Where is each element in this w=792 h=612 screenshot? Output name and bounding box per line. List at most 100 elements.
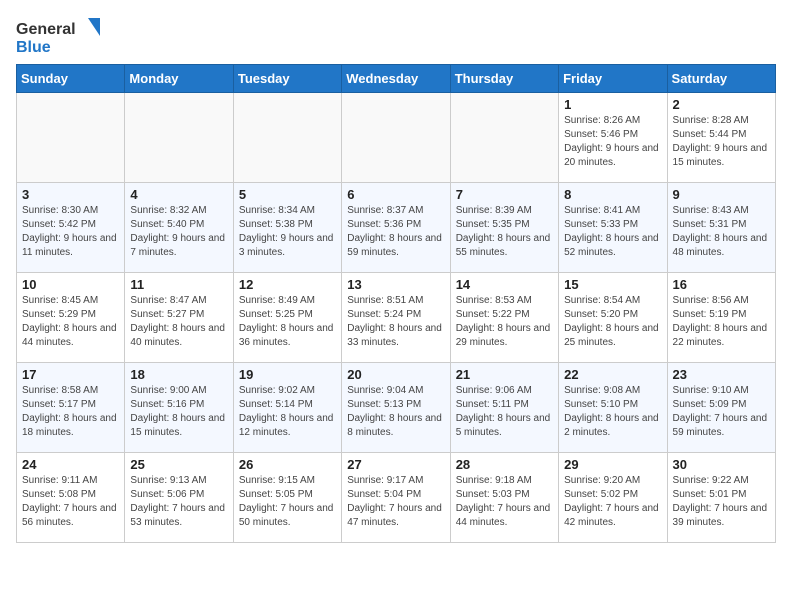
day-info: Sunrise: 8:49 AM Sunset: 5:25 PM Dayligh…: [239, 294, 336, 350]
day-number: 3: [22, 187, 119, 202]
calendar-cell: 3 Sunrise: 8:30 AM Sunset: 5:42 PM Daylig…: [17, 183, 125, 273]
day-number: 21: [456, 367, 553, 382]
header: GeneralBlue: [16, 16, 776, 56]
day-number: 16: [673, 277, 770, 292]
calendar-cell: [17, 93, 125, 183]
calendar-cell: 19 Sunrise: 9:02 AM Sunset: 5:14 PM Dayli…: [233, 363, 341, 453]
day-number: 24: [22, 457, 119, 472]
day-header-thursday: Thursday: [450, 65, 558, 93]
day-info: Sunrise: 8:58 AM Sunset: 5:17 PM Dayligh…: [22, 384, 119, 440]
day-number: 29: [564, 457, 661, 472]
calendar-cell: 17 Sunrise: 8:58 AM Sunset: 5:17 PM Dayli…: [17, 363, 125, 453]
calendar-cell: 28Sunrise: 9:18 AM Sunset: 5:03 PM Dayli…: [450, 453, 558, 543]
calendar-cell: 10 Sunrise: 8:45 AM Sunset: 5:29 PM Dayli…: [17, 273, 125, 363]
calendar-cell: 21 Sunrise: 9:06 AM Sunset: 5:11 PM Dayli…: [450, 363, 558, 453]
day-info: Sunrise: 9:15 AM Sunset: 5:05 PM Dayligh…: [239, 474, 336, 530]
day-info: Sunrise: 9:00 AM Sunset: 5:16 PM Dayligh…: [130, 384, 227, 440]
day-info: Sunrise: 8:51 AM Sunset: 5:24 PM Dayligh…: [347, 294, 444, 350]
day-info: Sunrise: 8:41 AM Sunset: 5:33 PM Dayligh…: [564, 204, 661, 260]
calendar-cell: 18 Sunrise: 9:00 AM Sunset: 5:16 PM Dayli…: [125, 363, 233, 453]
day-number: 6: [347, 187, 444, 202]
day-number: 12: [239, 277, 336, 292]
day-number: 17: [22, 367, 119, 382]
day-info: Sunrise: 8:39 AM Sunset: 5:35 PM Dayligh…: [456, 204, 553, 260]
day-number: 27: [347, 457, 444, 472]
day-number: 11: [130, 277, 227, 292]
day-info: Sunrise: 9:10 AM Sunset: 5:09 PM Dayligh…: [673, 384, 770, 440]
calendar-cell: 15 Sunrise: 8:54 AM Sunset: 5:20 PM Dayli…: [559, 273, 667, 363]
calendar-cell: 30 Sunrise: 9:22 AM Sunset: 5:01 PM Dayli…: [667, 453, 775, 543]
day-number: 26: [239, 457, 336, 472]
calendar-cell: 5 Sunrise: 8:34 AM Sunset: 5:38 PM Daylig…: [233, 183, 341, 273]
calendar-cell: 7 Sunrise: 8:39 AM Sunset: 5:35 PM Daylig…: [450, 183, 558, 273]
day-number: 9: [673, 187, 770, 202]
calendar-cell: 20 Sunrise: 9:04 AM Sunset: 5:13 PM Dayli…: [342, 363, 450, 453]
day-number: 20: [347, 367, 444, 382]
day-number: 10: [22, 277, 119, 292]
day-number: 28: [456, 457, 553, 472]
logo-svg: GeneralBlue: [16, 16, 106, 56]
calendar-cell: 24 Sunrise: 9:11 AM Sunset: 5:08 PM Dayli…: [17, 453, 125, 543]
day-number: 18: [130, 367, 227, 382]
day-info: Sunrise: 9:17 AM Sunset: 5:04 PM Dayligh…: [347, 474, 444, 530]
day-number: 5: [239, 187, 336, 202]
day-number: 25: [130, 457, 227, 472]
day-number: 13: [347, 277, 444, 292]
day-info: Sunrise: 9:04 AM Sunset: 5:13 PM Dayligh…: [347, 384, 444, 440]
calendar-cell: 1 Sunrise: 8:26 AM Sunset: 5:46 PM Daylig…: [559, 93, 667, 183]
day-info: Sunrise: 9:02 AM Sunset: 5:14 PM Dayligh…: [239, 384, 336, 440]
day-info: Sunrise: 8:34 AM Sunset: 5:38 PM Dayligh…: [239, 204, 336, 260]
day-number: 2: [673, 97, 770, 112]
day-number: 7: [456, 187, 553, 202]
day-number: 22: [564, 367, 661, 382]
calendar-cell: 26 Sunrise: 9:15 AM Sunset: 5:05 PM Dayli…: [233, 453, 341, 543]
day-info: Sunrise: 8:37 AM Sunset: 5:36 PM Dayligh…: [347, 204, 444, 260]
day-header-friday: Friday: [559, 65, 667, 93]
day-info: Sunrise: 9:22 AM Sunset: 5:01 PM Dayligh…: [673, 474, 770, 530]
calendar-table: SundayMondayTuesdayWednesdayThursdayFrid…: [16, 64, 776, 543]
day-info: Sunrise: 9:08 AM Sunset: 5:10 PM Dayligh…: [564, 384, 661, 440]
day-number: 4: [130, 187, 227, 202]
day-info: Sunrise: 8:53 AM Sunset: 5:22 PM Dayligh…: [456, 294, 553, 350]
day-header-monday: Monday: [125, 65, 233, 93]
calendar-cell: [342, 93, 450, 183]
calendar-cell: 13 Sunrise: 8:51 AM Sunset: 5:24 PM Dayli…: [342, 273, 450, 363]
week-row-2: 3 Sunrise: 8:30 AM Sunset: 5:42 PM Daylig…: [17, 183, 776, 273]
day-info: Sunrise: 8:56 AM Sunset: 5:19 PM Dayligh…: [673, 294, 770, 350]
calendar-cell: [125, 93, 233, 183]
calendar-cell: [450, 93, 558, 183]
calendar-cell: 6 Sunrise: 8:37 AM Sunset: 5:36 PM Daylig…: [342, 183, 450, 273]
day-info: Sunrise: 8:54 AM Sunset: 5:20 PM Dayligh…: [564, 294, 661, 350]
day-info: Sunrise: 8:26 AM Sunset: 5:46 PM Dayligh…: [564, 114, 661, 170]
day-info: Sunrise: 9:13 AM Sunset: 5:06 PM Dayligh…: [130, 474, 227, 530]
calendar-cell: 11Sunrise: 8:47 AM Sunset: 5:27 PM Dayli…: [125, 273, 233, 363]
calendar-cell: 9 Sunrise: 8:43 AM Sunset: 5:31 PM Daylig…: [667, 183, 775, 273]
day-info: Sunrise: 8:45 AM Sunset: 5:29 PM Dayligh…: [22, 294, 119, 350]
day-info: Sunrise: 8:43 AM Sunset: 5:31 PM Dayligh…: [673, 204, 770, 260]
day-info: Sunrise: 9:11 AM Sunset: 5:08 PM Dayligh…: [22, 474, 119, 530]
calendar-cell: 29Sunrise: 9:20 AM Sunset: 5:02 PM Dayli…: [559, 453, 667, 543]
week-row-3: 10 Sunrise: 8:45 AM Sunset: 5:29 PM Dayli…: [17, 273, 776, 363]
day-number: 15: [564, 277, 661, 292]
day-header-tuesday: Tuesday: [233, 65, 341, 93]
calendar-cell: 2 Sunrise: 8:28 AM Sunset: 5:44 PM Daylig…: [667, 93, 775, 183]
calendar-cell: 25 Sunrise: 9:13 AM Sunset: 5:06 PM Dayli…: [125, 453, 233, 543]
day-header-saturday: Saturday: [667, 65, 775, 93]
calendar-cell: 8Sunrise: 8:41 AM Sunset: 5:33 PM Daylig…: [559, 183, 667, 273]
svg-text:General: General: [16, 21, 76, 38]
week-row-1: 1 Sunrise: 8:26 AM Sunset: 5:46 PM Daylig…: [17, 93, 776, 183]
svg-text:Blue: Blue: [16, 39, 51, 56]
day-number: 1: [564, 97, 661, 112]
day-number: 30: [673, 457, 770, 472]
day-number: 14: [456, 277, 553, 292]
calendar-header-row: SundayMondayTuesdayWednesdayThursdayFrid…: [17, 65, 776, 93]
day-info: Sunrise: 8:30 AM Sunset: 5:42 PM Dayligh…: [22, 204, 119, 260]
week-row-4: 17 Sunrise: 8:58 AM Sunset: 5:17 PM Dayli…: [17, 363, 776, 453]
calendar-cell: 14 Sunrise: 8:53 AM Sunset: 5:22 PM Dayli…: [450, 273, 558, 363]
day-number: 23: [673, 367, 770, 382]
calendar-cell: 23 Sunrise: 9:10 AM Sunset: 5:09 PM Dayli…: [667, 363, 775, 453]
logo: GeneralBlue: [16, 16, 106, 56]
day-info: Sunrise: 8:28 AM Sunset: 5:44 PM Dayligh…: [673, 114, 770, 170]
day-number: 19: [239, 367, 336, 382]
day-info: Sunrise: 9:06 AM Sunset: 5:11 PM Dayligh…: [456, 384, 553, 440]
